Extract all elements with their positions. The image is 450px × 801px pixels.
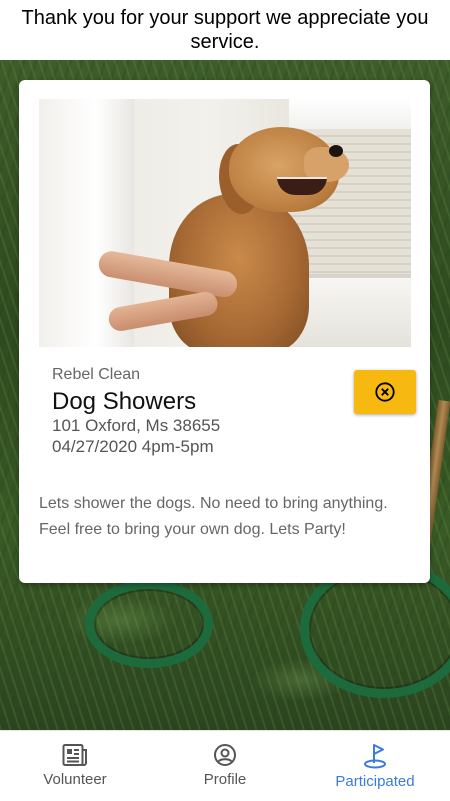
event-address: 101 Oxford, Ms 38655 [52, 416, 221, 435]
page-header-message: Thank you for your support we appreciate… [0, 0, 450, 60]
nav-label-participated: Participated [335, 773, 415, 790]
nav-item-participated[interactable]: Participated [300, 731, 450, 801]
event-organization: Rebel Clean [52, 366, 141, 383]
bottom-navigation: Volunteer Profile Participated [0, 730, 450, 801]
event-title: Dog Showers [52, 388, 197, 415]
account-circle-icon [214, 744, 236, 766]
nav-label-profile: Profile [203, 771, 247, 788]
event-card: Rebel Clean Dog Showers 101 Oxford, Ms 3… [19, 80, 430, 583]
nav-label-volunteer: Volunteer [43, 771, 107, 788]
garden-hose-loop [85, 580, 213, 668]
newspaper-icon [62, 744, 87, 766]
golf-flag-icon [364, 744, 386, 769]
nav-item-profile[interactable]: Profile [150, 731, 300, 801]
close-circle-icon [375, 382, 395, 402]
event-description: Lets shower the dogs. No need to bring a… [39, 495, 388, 538]
dog-nose [329, 145, 343, 157]
cancel-participation-button[interactable] [354, 370, 416, 414]
event-datetime: 04/27/2020 4pm-5pm [52, 437, 214, 456]
event-photo [39, 99, 411, 347]
nav-item-volunteer[interactable]: Volunteer [0, 731, 150, 801]
